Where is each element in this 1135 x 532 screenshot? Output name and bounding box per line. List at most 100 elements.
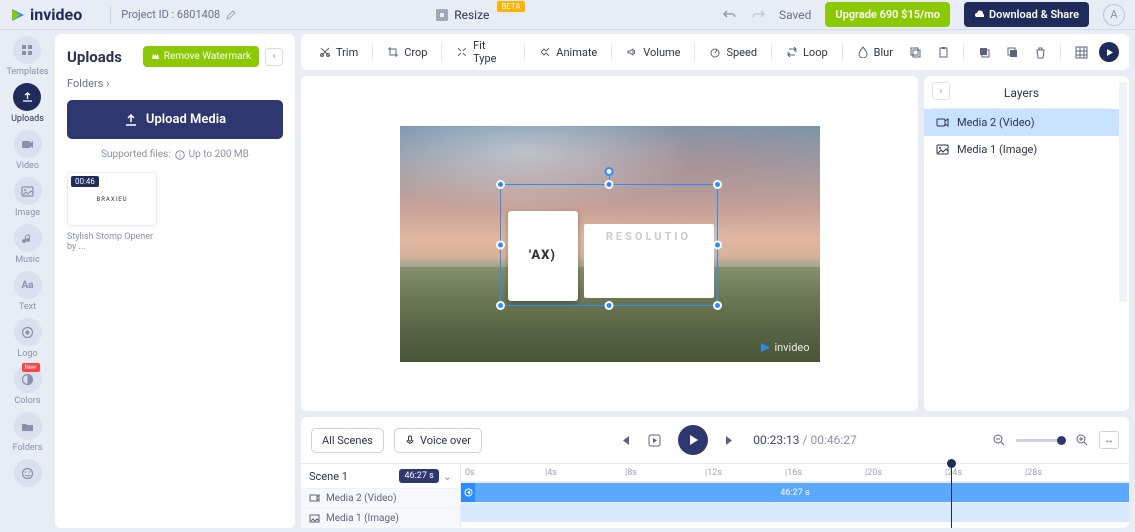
timeline-row-label-2[interactable]: Media 1 (Image) <box>301 508 460 528</box>
preview-play-button[interactable] <box>1099 42 1119 62</box>
prev-clip-button[interactable] <box>647 433 662 448</box>
clip-start-handle[interactable] <box>461 483 475 502</box>
resize-button[interactable]: Resize <box>436 8 489 22</box>
resize-handle-w[interactable] <box>496 240 505 249</box>
remove-watermark-button[interactable]: Remove Watermark <box>143 46 259 67</box>
folders-breadcrumb[interactable]: Folders › <box>67 77 283 90</box>
fit-icon <box>456 46 468 58</box>
resize-handle-se[interactable] <box>713 301 722 310</box>
collapse-panel-button[interactable]: ‹ <box>265 48 283 66</box>
resize-handle-nw[interactable] <box>496 180 505 189</box>
animate-tool[interactable]: Animate <box>531 42 605 63</box>
all-scenes-button[interactable]: All Scenes <box>311 428 384 453</box>
text-icon: Aa <box>14 271 42 299</box>
volume-tool[interactable]: Volume <box>618 42 688 63</box>
rotate-handle[interactable] <box>604 167 613 176</box>
zoom-slider[interactable] <box>1016 439 1066 442</box>
media-thumbnail[interactable]: 00:46 BRAXIEU Stylish Stomp Opener by ..… <box>67 172 157 252</box>
rail-text[interactable]: AaText <box>14 271 42 312</box>
app-header: invideo Project ID : 6801408 Resize BETA… <box>0 0 1135 30</box>
uploads-title: Uploads <box>67 48 122 66</box>
resize-handle-e[interactable] <box>713 240 722 249</box>
rail-templates[interactable]: Templates <box>6 36 48 77</box>
folder-icon <box>21 420 34 433</box>
cloud-icon <box>974 10 984 20</box>
layers-collapse-button[interactable]: › <box>932 82 950 100</box>
image-layer-icon <box>936 143 949 156</box>
zoom-in-button[interactable] <box>1076 434 1089 447</box>
play-button[interactable] <box>678 425 708 455</box>
rail-more[interactable] <box>14 459 42 487</box>
video-track[interactable]: 46:27 s <box>461 482 1129 502</box>
speed-icon <box>709 46 721 58</box>
paste-icon[interactable] <box>933 46 953 59</box>
copy-icon[interactable] <box>905 46 925 59</box>
layers-scrollbar[interactable] <box>1119 82 1127 302</box>
crop-tool[interactable]: Crop <box>379 42 435 63</box>
trim-icon <box>319 46 331 58</box>
voice-over-button[interactable]: Voice over <box>394 428 482 453</box>
resize-handle-s[interactable] <box>604 301 613 310</box>
play-logo-icon <box>10 7 26 23</box>
download-share-button[interactable]: Download & Share <box>964 2 1089 27</box>
rail-music[interactable]: Music <box>14 224 42 265</box>
selection-box[interactable] <box>500 184 718 306</box>
rail-uploads[interactable]: Uploads <box>11 83 44 124</box>
speed-tool[interactable]: Speed <box>701 42 765 63</box>
rail-logo[interactable]: Logo <box>14 318 42 359</box>
image-icon <box>21 185 34 198</box>
blur-icon <box>857 46 869 58</box>
rail-colors[interactable]: NewColors <box>14 365 42 406</box>
fit-type-tool[interactable]: Fit Type <box>448 35 518 69</box>
layer-fwd-icon[interactable] <box>974 46 994 59</box>
rail-image[interactable]: Image <box>14 177 42 218</box>
zoom-out-button[interactable] <box>993 434 1006 447</box>
avatar[interactable]: A <box>1103 4 1125 26</box>
blur-tool[interactable]: Blur <box>849 42 901 63</box>
video-clip[interactable]: 46:27 s <box>461 483 1129 502</box>
rail-video[interactable]: Video <box>14 130 42 171</box>
delete-icon[interactable] <box>1030 46 1050 59</box>
chevron-down-icon[interactable]: ⌄ <box>443 470 452 483</box>
rail-folders[interactable]: Folders <box>13 412 43 453</box>
duration-badge: 00:46 <box>71 176 99 187</box>
animate-icon <box>539 46 551 58</box>
fit-timeline-button[interactable]: ↔ <box>1099 431 1119 449</box>
prev-frame-button[interactable] <box>618 434 631 447</box>
image-clip[interactable] <box>461 503 1129 522</box>
scene-header[interactable]: Scene 1 46:27 s ⌄ <box>301 464 460 488</box>
playhead[interactable] <box>951 464 952 528</box>
redo-icon[interactable] <box>751 8 765 22</box>
canvas-area: 'AX) RESOLUTIO <box>301 76 918 411</box>
info-icon[interactable]: i <box>175 150 185 160</box>
canvas-watermark: invideo <box>760 341 809 354</box>
supported-files-text: Supported files: i Up to 200 MB <box>67 149 283 160</box>
trim-tool[interactable]: Trim <box>311 42 366 63</box>
video-track-icon <box>309 493 320 504</box>
layer-item-media1[interactable]: Media 1 (Image) <box>924 136 1119 163</box>
resize-handle-ne[interactable] <box>713 180 722 189</box>
brand-logo[interactable]: invideo <box>10 5 82 24</box>
grid-icon[interactable] <box>1071 46 1091 59</box>
upload-icon <box>21 91 34 104</box>
timeline-tracks[interactable]: 0s|4s|8s|12s|16s|20s|24s|28s 46:27 s <box>461 464 1129 528</box>
logo-icon <box>21 326 34 339</box>
upload-media-icon <box>124 113 138 127</box>
timeline-row-label-1[interactable]: Media 2 (Video) <box>301 488 460 508</box>
upgrade-button[interactable]: Upgrade 690 $15/mo <box>825 2 950 27</box>
next-frame-button[interactable] <box>724 434 737 447</box>
undo-icon[interactable] <box>723 8 737 22</box>
layer-back-icon[interactable] <box>1002 46 1022 59</box>
video-canvas[interactable]: 'AX) RESOLUTIO <box>400 126 820 362</box>
side-rail: Templates Uploads Video Image Music AaTe… <box>0 30 55 532</box>
upload-media-button[interactable]: Upload Media <box>67 100 283 139</box>
edit-icon[interactable] <box>226 10 236 20</box>
loop-icon <box>786 46 798 58</box>
image-track[interactable] <box>461 502 1129 522</box>
resize-handle-n[interactable] <box>604 180 613 189</box>
resize-handle-sw[interactable] <box>496 301 505 310</box>
edit-toolbar: Trim Crop Fit Type Animate Volume Speed … <box>301 34 1129 70</box>
loop-tool[interactable]: Loop <box>778 42 836 63</box>
layer-item-media2[interactable]: Media 2 (Video) <box>924 109 1119 136</box>
timeline-ruler: 0s|4s|8s|12s|16s|20s|24s|28s <box>461 464 1129 482</box>
